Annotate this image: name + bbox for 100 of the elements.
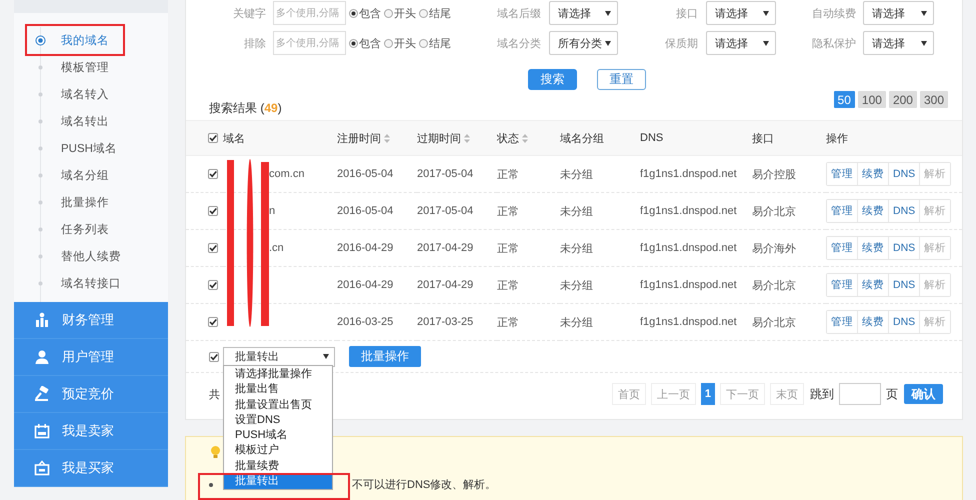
table-cell: 2016-05-04 — [337, 168, 394, 180]
filter-select[interactable]: 请选择 — [706, 31, 776, 55]
table-cell: 2017-04-29 — [417, 242, 474, 254]
page-nav-button[interactable]: 首页 — [612, 383, 646, 405]
radio-button[interactable] — [419, 38, 428, 48]
page-number[interactable]: 1 — [700, 383, 715, 405]
filter-select[interactable]: 请选择 — [863, 31, 934, 55]
action-button[interactable]: 管理 — [827, 274, 858, 296]
batch-button[interactable]: 批量操作 — [349, 346, 421, 367]
filter-select[interactable]: 请选择 — [549, 1, 618, 25]
dropdown-option[interactable]: 设置DNS — [224, 412, 332, 428]
column-header: 域名分组 — [560, 132, 604, 146]
sidebar-item[interactable]: 域名转出 — [61, 114, 109, 129]
sidebar-item[interactable]: 批量操作 — [61, 195, 109, 210]
page-nav-button[interactable]: 末页 — [770, 383, 804, 405]
results-count: 搜索结果 (49) — [209, 100, 282, 117]
caret-icon — [763, 10, 769, 16]
page-size-button[interactable]: 300 — [920, 91, 948, 108]
calendar-icon — [34, 423, 50, 439]
radio-button[interactable] — [384, 38, 393, 48]
checkbox[interactable] — [208, 169, 218, 179]
sidebar-section[interactable]: 用户管理 — [14, 339, 168, 376]
table-cell-text: 未分组 — [560, 204, 593, 218]
table-cell-text: 正常 — [497, 316, 519, 330]
jump-label: 跳到 — [810, 386, 834, 402]
page-size-button[interactable]: 200 — [888, 91, 917, 108]
filter-input[interactable]: 多个使用,分隔 — [273, 1, 346, 25]
filter-select[interactable]: 请选择 — [863, 1, 934, 25]
sidebar-section[interactable]: 预定竞价 — [14, 376, 168, 413]
basket-icon — [34, 460, 50, 476]
caret-icon — [605, 40, 611, 46]
sidebar-item[interactable]: 模板管理 — [61, 60, 109, 75]
batch-select[interactable]: 批量转出 — [223, 346, 335, 366]
checkbox[interactable] — [208, 133, 218, 143]
action-button[interactable]: 管理 — [827, 163, 858, 185]
checkbox[interactable] — [208, 280, 218, 290]
page-nav-button[interactable]: 下一页 — [720, 383, 765, 405]
radio-button[interactable] — [384, 8, 393, 18]
confirm-button[interactable]: 确认 — [904, 384, 943, 404]
filter-label: 关键字 — [232, 6, 266, 20]
user-icon — [34, 349, 50, 365]
total-text: 共 — [209, 388, 220, 400]
checkbox[interactable] — [208, 206, 218, 216]
sidebar-item[interactable]: 域名分组 — [61, 168, 109, 183]
sidebar-item[interactable]: 域名转入 — [61, 87, 109, 102]
table-cell-text: 正常 — [497, 168, 519, 182]
table-cell-text: 易介北京 — [752, 316, 796, 330]
dropdown-option[interactable]: 批量设置出售页 — [224, 398, 332, 413]
checkbox[interactable] — [209, 352, 219, 362]
table-cell-text: 未分组 — [560, 242, 593, 256]
dropdown-option[interactable]: 批量转出 — [224, 474, 332, 490]
table-cell-text: 易介海外 — [752, 242, 796, 256]
filter-label: 保质期 — [664, 36, 698, 50]
sidebar-item[interactable]: 任务列表 — [61, 222, 109, 237]
radio-button[interactable] — [349, 8, 358, 18]
checkbox[interactable] — [208, 243, 218, 253]
page-size-button[interactable]: 100 — [858, 91, 886, 108]
table-cell: 2017-05-04 — [417, 168, 474, 180]
table-cell: f1g1ns1.dnspod.net — [640, 242, 737, 254]
page-input[interactable] — [839, 383, 881, 405]
sidebar-item[interactable]: 我的域名 — [61, 33, 109, 48]
table-cell-text: 易介北京 — [752, 204, 796, 218]
filter-select[interactable]: 请选择 — [706, 1, 776, 25]
page-size-button[interactable]: 50 — [834, 91, 855, 108]
radio-button[interactable] — [349, 38, 358, 48]
table-cell: 2016-03-25 — [337, 316, 394, 328]
table-cell: 2017-03-25 — [417, 316, 474, 328]
sidebar-section[interactable]: 我是买家 — [14, 450, 168, 487]
dropdown-option[interactable]: 批量续费 — [224, 458, 332, 474]
radio-button[interactable] — [419, 8, 428, 18]
filter-label: 接口 — [675, 6, 698, 20]
filter-label: 排除 — [243, 36, 266, 50]
radio-label: 开头 — [394, 6, 416, 20]
filter-label: 域名后缀 — [496, 6, 541, 20]
dropdown-option[interactable]: 请选择批量操作 — [224, 367, 332, 382]
checkbox[interactable] — [208, 317, 218, 327]
bullet-icon — [209, 482, 213, 486]
sidebar-item[interactable]: 域名转接口 — [61, 276, 121, 291]
reset-button[interactable]: 重置 — [597, 68, 646, 90]
action-button[interactable]: 管理 — [827, 200, 858, 222]
page-nav-button[interactable]: 上一页 — [650, 383, 696, 405]
dropdown-option[interactable]: 批量出售 — [224, 382, 332, 398]
table-cell: f1g1ns1.dnspod.net — [640, 279, 737, 291]
action-button[interactable]: 管理 — [827, 311, 858, 333]
sidebar-item[interactable]: PUSH域名 — [61, 141, 117, 156]
dropdown-option[interactable]: PUSH域名 — [224, 428, 332, 444]
table-cell: 2017-04-29 — [417, 279, 474, 291]
sidebar-section[interactable]: 财务管理 — [14, 302, 168, 339]
table-cell-text: 未分组 — [560, 278, 593, 292]
dropdown-option[interactable]: 模板过户 — [224, 443, 332, 459]
filter-input[interactable]: 多个使用,分隔 — [273, 31, 346, 55]
action-button[interactable]: 管理 — [827, 237, 858, 259]
filter-select[interactable]: 所有分类 — [549, 31, 618, 55]
sidebar-item[interactable]: 替他人续费 — [61, 249, 121, 264]
filter-label: 自动续费 — [811, 6, 856, 20]
filter-label: 域名分类 — [496, 36, 541, 50]
search-button[interactable]: 搜索 — [528, 68, 577, 90]
sidebar-section[interactable]: 我是卖家 — [14, 413, 168, 450]
table-cell: f1g1ns1.dnspod.net — [640, 316, 737, 328]
table-cell-text: 正常 — [497, 204, 519, 218]
